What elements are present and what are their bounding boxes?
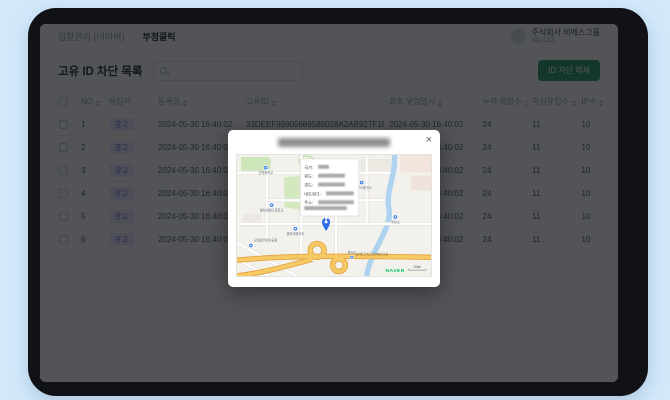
map-label: 율하센텀고등학교 <box>260 208 284 213</box>
map-pin[interactable] <box>350 255 354 259</box>
info-label-latitude: 위도: <box>304 173 313 180</box>
map-pin[interactable] <box>269 203 273 207</box>
map-pin[interactable] <box>263 166 267 170</box>
info-label-network: 네트워크: <box>304 190 321 197</box>
app-screen: 입찰관리 (네이버) 부정클릭 주식회사 비에스그룹 abc123 고유 ID … <box>40 24 618 382</box>
redacted-value <box>318 165 329 169</box>
redacted-value <box>318 174 345 178</box>
map-pin[interactable] <box>359 180 363 184</box>
info-label-country: 국가: <box>304 164 313 171</box>
naver-logo: NAVER <box>385 268 404 274</box>
map-pin[interactable] <box>249 243 253 247</box>
map-label: 신명중학교 <box>258 170 273 175</box>
map-label: 율하교 <box>348 249 356 254</box>
map-pin[interactable] <box>293 227 297 231</box>
map-pin[interactable] <box>393 215 397 219</box>
map-info-window: 국가: 위도: 경도: 네트워크: 주소: <box>300 159 358 220</box>
highway-label: 남해고속도로제1지선 <box>356 251 389 256</box>
close-icon[interactable]: × <box>424 133 434 148</box>
redacted-value <box>304 206 347 210</box>
map-label: 율하카페거리 <box>287 231 305 236</box>
redacted-value <box>326 191 354 195</box>
map-label: 모래알어린이공원 <box>254 238 278 243</box>
modal-title-redacted <box>278 138 390 147</box>
map-scale-label: 100m <box>413 265 421 269</box>
naver-map[interactable]: 남해고속도로제1지선 신명중학교 한라아파트 율하센텀고등학교 E1 LPG충전… <box>236 154 432 277</box>
device-frame: 입찰관리 (네이버) 부정클릭 주식회사 비에스그룹 abc123 고유 ID … <box>28 8 648 396</box>
info-label-longitude: 경도: <box>304 181 313 187</box>
map-label: 주유소 <box>391 219 400 224</box>
ip-detail-modal: × <box>228 130 440 287</box>
redacted-value <box>318 200 354 204</box>
redacted-value <box>318 183 345 187</box>
map-canvas: 남해고속도로제1지선 신명중학교 한라아파트 율하센텀고등학교 E1 LPG충전… <box>237 155 431 276</box>
